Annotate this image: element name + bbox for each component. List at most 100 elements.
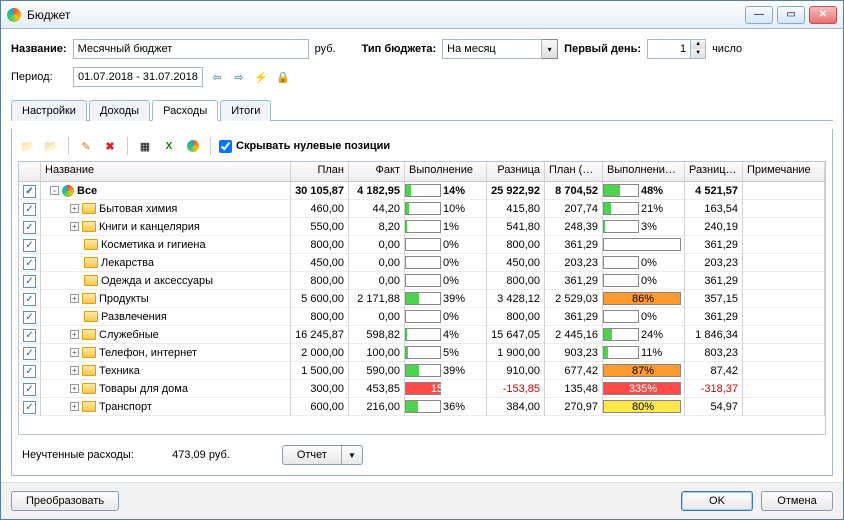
- first-day-unit: число: [712, 43, 742, 55]
- col-header[interactable]: Название: [41, 162, 291, 181]
- transform-button[interactable]: Преобразовать: [11, 491, 119, 511]
- row-checkbox[interactable]: ✓: [23, 329, 36, 342]
- table-row[interactable]: ✓+Книги и канцелярия550,008,201%541,8024…: [19, 218, 825, 236]
- table-row[interactable]: ✓+Служебные16 245,87598,824%15 647,052 4…: [19, 326, 825, 344]
- spin-up-icon[interactable]: ▲: [691, 40, 705, 49]
- col-header[interactable]: [19, 162, 41, 181]
- table-row[interactable]: ✓Косметика и гигиена800,000,000%800,0036…: [19, 236, 825, 254]
- expand-icon[interactable]: -: [50, 186, 59, 195]
- app-icon: [7, 8, 21, 22]
- row-name: Товары для дома: [99, 382, 188, 396]
- currency-label: руб.: [315, 43, 336, 55]
- row-checkbox[interactable]: ✓: [23, 311, 36, 324]
- tabs: НастройкиДоходыРасходыИтоги: [11, 99, 833, 121]
- cancel-button[interactable]: Отмена: [761, 491, 833, 511]
- row-name: Бытовая химия: [99, 202, 177, 216]
- prev-period-icon[interactable]: ⇦: [209, 69, 225, 85]
- col-header[interactable]: Разница: [487, 162, 545, 181]
- col-header[interactable]: Разница (...: [685, 162, 743, 181]
- first-day-spinner[interactable]: ▲▼: [647, 39, 706, 59]
- expand-icon[interactable]: +: [70, 402, 79, 411]
- ok-button[interactable]: OK: [681, 491, 753, 511]
- expand-icon[interactable]: +: [70, 366, 79, 375]
- expand-icon[interactable]: +: [70, 330, 79, 339]
- period-label: Период:: [11, 71, 67, 83]
- all-icon: [62, 185, 74, 197]
- table-row[interactable]: ✓+Телефон, интернет2 000,00100,005%1 900…: [19, 344, 825, 362]
- row-name: Книги и канцелярия: [99, 220, 200, 234]
- expand-icon[interactable]: +: [70, 348, 79, 357]
- titlebar: Бюджет — ▭ ✕: [1, 1, 843, 29]
- row-checkbox[interactable]: ✓: [23, 257, 36, 270]
- tab-Настройки[interactable]: Настройки: [11, 100, 87, 121]
- period-input[interactable]: [73, 67, 203, 87]
- table-row[interactable]: ✓+Транспорт600,00216,0036%384,00270,9780…: [19, 398, 825, 416]
- col-header[interactable]: План (сег...: [545, 162, 603, 181]
- table-row[interactable]: ✓+Товары для дома300,00453,85151%-153,85…: [19, 380, 825, 398]
- expenses-grid[interactable]: НазваниеПланФактВыполнениеРазницаПлан (с…: [18, 161, 826, 435]
- new-folder-icon: 📁: [18, 137, 36, 155]
- lightning-icon[interactable]: ⚡: [253, 69, 269, 85]
- budget-type-combo[interactable]: ▾: [442, 39, 558, 59]
- maximize-button[interactable]: ▭: [777, 6, 805, 24]
- folder-icon: [82, 401, 96, 412]
- row-checkbox[interactable]: ✓: [23, 365, 36, 378]
- tab-Доходы[interactable]: Доходы: [89, 100, 150, 121]
- table-row[interactable]: ✓Одежда и аксессуары800,000,000%800,0036…: [19, 272, 825, 290]
- col-header[interactable]: Выполнение (...: [603, 162, 685, 181]
- row-name: Развлечения: [101, 310, 167, 324]
- budget-name-input[interactable]: [73, 39, 309, 59]
- row-name: Телефон, интернет: [99, 346, 197, 360]
- table-row[interactable]: ✓-Все30 105,874 182,9514%25 922,928 704,…: [19, 182, 825, 200]
- tab-Итоги[interactable]: Итоги: [220, 100, 271, 121]
- row-checkbox[interactable]: ✓: [23, 293, 36, 306]
- window-title: Бюджет: [27, 8, 745, 22]
- chevron-down-icon[interactable]: ▼: [342, 446, 362, 464]
- table-row[interactable]: ✓Развлечения800,000,000%800,00361,290%36…: [19, 308, 825, 326]
- folder-icon: [84, 311, 98, 322]
- excel-icon[interactable]: X: [160, 137, 178, 155]
- table-row[interactable]: ✓+Продукты5 600,002 171,8839%3 428,122 5…: [19, 290, 825, 308]
- col-header[interactable]: Факт: [349, 162, 405, 181]
- row-checkbox[interactable]: ✓: [23, 203, 36, 216]
- row-name: Служебные: [99, 328, 159, 342]
- folder-icon: [84, 239, 98, 250]
- report-button[interactable]: Отчет ▼: [282, 445, 363, 465]
- spin-down-icon[interactable]: ▼: [691, 49, 705, 58]
- hide-zero-checkbox[interactable]: Скрывать нулевые позиции: [219, 140, 390, 153]
- delete-icon[interactable]: ✖: [101, 137, 119, 155]
- col-header[interactable]: Примечание: [743, 162, 825, 181]
- tab-Расходы[interactable]: Расходы: [152, 100, 218, 121]
- row-checkbox[interactable]: ✓: [23, 221, 36, 234]
- row-name: Одежда и аксессуары: [101, 274, 213, 288]
- expenses-panel: 📁 📂 ✎ ✖ ▦ X Скрывать нулевые позиции Наз…: [11, 129, 833, 476]
- row-checkbox[interactable]: ✓: [23, 401, 36, 414]
- expand-icon[interactable]: +: [70, 204, 79, 213]
- next-period-icon[interactable]: ⇨: [231, 69, 247, 85]
- table-row[interactable]: ✓+Техника1 500,00590,0039%910,00677,4287…: [19, 362, 825, 380]
- unaccounted-value: 473,09 руб.: [150, 449, 230, 461]
- folder-icon: [82, 347, 96, 358]
- budget-type-label: Тип бюджета:: [362, 43, 437, 55]
- row-checkbox[interactable]: ✓: [23, 239, 36, 252]
- expand-icon[interactable]: +: [70, 222, 79, 231]
- close-button[interactable]: ✕: [809, 6, 837, 24]
- table-row[interactable]: ✓+Бытовая химия460,0044,2010%415,80207,7…: [19, 200, 825, 218]
- folder-icon: [84, 257, 98, 268]
- chevron-down-icon[interactable]: ▾: [542, 39, 558, 59]
- edit-icon[interactable]: ✎: [77, 137, 95, 155]
- row-name: Косметика и гигиена: [101, 238, 206, 252]
- lock-icon[interactable]: 🔒: [275, 69, 291, 85]
- minimize-button[interactable]: —: [745, 6, 773, 24]
- expand-icon[interactable]: +: [70, 384, 79, 393]
- col-header[interactable]: План: [291, 162, 349, 181]
- row-checkbox[interactable]: ✓: [23, 185, 36, 198]
- row-checkbox[interactable]: ✓: [23, 275, 36, 288]
- expand-icon[interactable]: +: [70, 294, 79, 303]
- row-checkbox[interactable]: ✓: [23, 347, 36, 360]
- row-checkbox[interactable]: ✓: [23, 383, 36, 396]
- col-header[interactable]: Выполнение: [405, 162, 487, 181]
- table-icon[interactable]: ▦: [136, 137, 154, 155]
- table-row[interactable]: ✓Лекарства450,000,000%450,00203,230%203,…: [19, 254, 825, 272]
- chart-icon[interactable]: [184, 137, 202, 155]
